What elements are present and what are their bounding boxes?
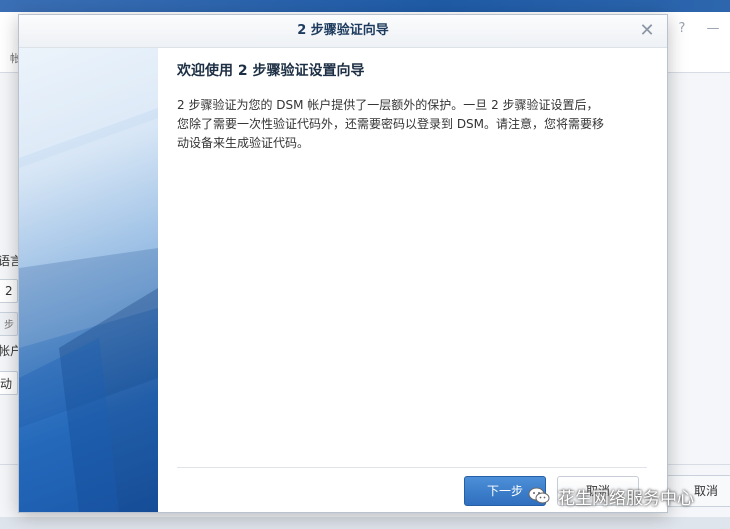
help-icon[interactable]: ? xyxy=(675,22,689,36)
description-line: 2 步骤验证为您的 DSM 帐户提供了一层额外的保护。一旦 2 步骤验证设置后， xyxy=(177,98,599,112)
close-icon[interactable]: ✕ xyxy=(637,21,657,41)
side-graphic-shapes xyxy=(19,48,158,512)
wizard-side-graphic xyxy=(19,48,158,512)
wizard-content: 欢迎使用 2 步骤验证设置向导 2 步骤验证为您的 DSM 帐户提供了一层额外的… xyxy=(177,60,647,153)
dialog-titlebar[interactable]: 2 步骤验证向导 ✕ xyxy=(19,15,667,48)
wizard-dialog: 2 步骤验证向导 ✕ 欢迎使用 2 步骤验证设置向导 2 步骤验证为您的 DSM… xyxy=(18,14,668,513)
description-line: 您除了需要一次性验证代码外，还需要密码以登录到 DSM。请注意，您将需要移 xyxy=(177,117,605,131)
dialog-footer-divider xyxy=(177,467,647,468)
minimize-icon[interactable]: — xyxy=(706,22,720,36)
dialog-title: 2 步骤验证向导 xyxy=(297,23,389,38)
wizard-description: 2 步骤验证为您的 DSM 帐户提供了一层额外的保护。一旦 2 步骤验证设置后，… xyxy=(177,96,647,153)
background-button-2-label: 动 xyxy=(0,377,13,391)
background-button-label: 步 xyxy=(4,320,14,331)
background-bottom-strip xyxy=(0,517,730,529)
watermark-text: 花生网络服务中心 xyxy=(558,488,694,509)
wechat-icon xyxy=(528,486,550,506)
description-line: 动设备来生成验证代码。 xyxy=(177,136,310,150)
wizard-heading: 欢迎使用 2 步骤验证设置向导 xyxy=(177,63,365,79)
desktop-taskbar xyxy=(0,0,730,12)
background-field-value: 2 xyxy=(5,284,13,298)
watermark: 花生网络服务中心 xyxy=(528,482,694,510)
